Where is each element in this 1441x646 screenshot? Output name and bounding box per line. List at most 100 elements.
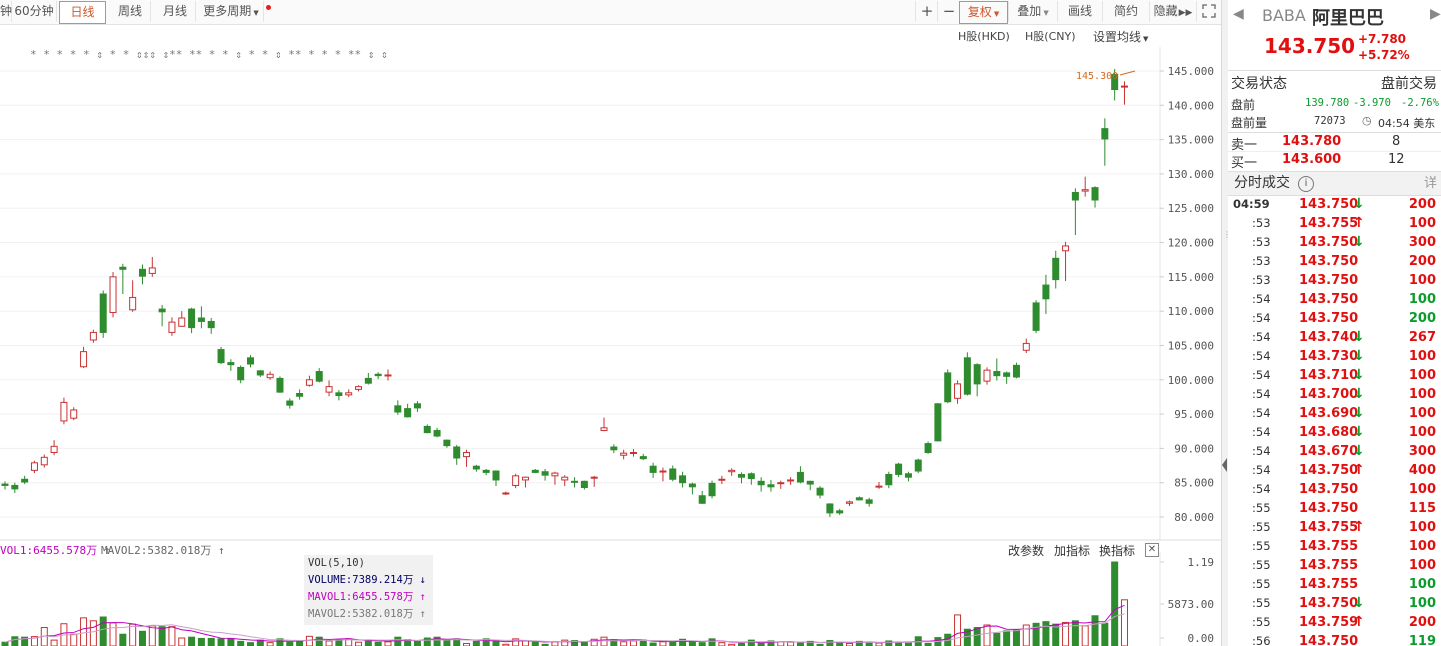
candle-body [325,386,333,393]
detail-button[interactable]: 详 [1424,172,1437,195]
volume-bar [266,642,274,646]
candle-body [826,503,834,514]
tick-row: :54 143.670 ↓ 300 [1228,442,1441,461]
volume-bar [207,637,215,646]
close-icon[interactable]: ✕ [1145,543,1159,557]
prev-stock-icon[interactable]: ◀ [1233,6,1244,22]
candle-body [944,372,952,403]
tick-volume: 100 [1408,539,1436,554]
volume-bar [954,614,962,646]
candle-body [600,427,608,432]
tick-time: :56 [1252,634,1271,646]
candle-body [1052,257,1060,281]
bid1-label: 买一 [1231,156,1258,171]
candle-body [629,452,637,455]
double-chevron-right-icon: ▶▶ [1178,8,1193,18]
candle-body [590,476,598,479]
volume-bar [158,626,166,646]
candle-body [718,478,726,481]
candle-body [669,468,677,480]
price-change: +7.780 [1358,32,1407,46]
fuquan-dropdown[interactable]: 复权 ▼ [959,1,1008,24]
candle-body [1120,85,1128,88]
candle-body [747,473,755,480]
hide-button[interactable]: 隐藏▶▶ [1149,1,1196,22]
period-daily[interactable]: 日线 [59,1,106,24]
candle-body [561,476,569,481]
quote-time: 04:54 美东 [1378,117,1436,130]
period-monthly[interactable]: 月线 [155,1,196,22]
tick-row: :54 143.680 ↓ 100 [1228,423,1441,442]
zoom-out-button[interactable]: − [937,1,960,22]
volume-bar [138,630,146,646]
candle-body [679,475,687,484]
candle-body [80,351,88,368]
info-icon[interactable]: i [1298,176,1314,192]
candle-body [1091,187,1099,201]
tick-row: :53 143.755 ↑ 100 [1228,214,1441,233]
price-tick-label: 140.000 [1168,99,1214,112]
period-60min[interactable]: 60分钟 [12,1,57,22]
arrow-down-icon: ↓ [1353,234,1365,250]
volume-bar [50,639,58,646]
edit-params-button[interactable]: 改参数 [1008,542,1044,559]
volume-tick-label: 5873.00 [1168,598,1214,611]
candle-body [482,469,490,473]
next-stock-icon[interactable]: ▶ [1430,6,1441,22]
candle-body [345,392,353,396]
volume-bar [708,638,716,646]
period-more[interactable]: 更多周期 ▼ [199,1,264,22]
arrow-down-icon: ↓ [1353,443,1365,459]
period-weekly[interactable]: 周线 [110,1,151,22]
candle-body [1012,364,1020,378]
tick-price: 143.750 [1299,254,1359,269]
tick-price: 143.750 [1299,463,1359,478]
add-indicator-button[interactable]: 加指标 [1054,542,1090,559]
overlay-dropdown[interactable]: 叠加 ▼ [1008,1,1057,22]
volume-bar [119,633,127,646]
candle-body [256,370,264,376]
expand-icon[interactable] [1196,1,1221,22]
volume-bar [227,638,235,646]
candle-body [885,473,893,486]
arrow-up-icon: ↑ [413,591,426,603]
period-minute-partial[interactable]: 钟 [0,1,12,22]
volume-bar [472,640,480,646]
tick-row: :54 143.730 ↓ 100 [1228,347,1441,366]
tick-volume: 115 [1408,501,1436,516]
candle-body [846,501,854,504]
divider [1228,132,1441,133]
tooltip-volume-text: VOLUME:7389.214万 [308,574,414,586]
switch-indicator-button[interactable]: 换指标 [1099,542,1135,559]
arrow-down-icon: ↓ [1353,405,1365,421]
simple-mode-button[interactable]: 简约 [1102,1,1149,22]
premarket-volume-label: 盘前量 [1231,116,1268,130]
collapse-arrow-icon[interactable] [1222,458,1227,472]
zoom-in-button[interactable]: + [915,1,938,22]
draw-line-button[interactable]: 画线 [1057,1,1102,22]
volume-axis: 1.19 5873.00 0.00 [1160,556,1214,645]
volume-bar [993,632,1001,646]
candle-body [521,476,529,481]
tick-volume: 100 [1408,273,1436,288]
tick-price: 143.730 [1299,349,1359,364]
price-tick-label: 120.000 [1168,237,1214,250]
volume-bar [80,617,88,646]
chevron-down-icon: ▼ [993,10,1000,18]
arrow-up-icon: ↑ [1353,215,1365,231]
candle-body [865,499,873,504]
tick-row: :54 143.740 ↓ 267 [1228,328,1441,347]
tick-price: 143.750 [1299,197,1359,212]
arrow-down-icon: ↓ [1353,329,1365,345]
candle-body [384,374,392,377]
volume-bar [89,620,97,646]
tick-time: :54 [1252,330,1271,344]
tooltip-mavol2-text: MAVOL2:5382.018万 [308,608,414,620]
chart-toolbar: 钟 60分钟 日线 周线 月线 更多周期 ▼ + − 复权 ▼ 叠加 ▼ 画线 简约 … [0,0,1221,25]
tick-price: 143.700 [1299,387,1359,402]
candle-body [315,371,323,382]
candle-body [777,482,785,485]
arrow-down-icon: ↓ [1353,348,1365,364]
candle-body [148,267,156,274]
volume-bar [973,627,981,646]
